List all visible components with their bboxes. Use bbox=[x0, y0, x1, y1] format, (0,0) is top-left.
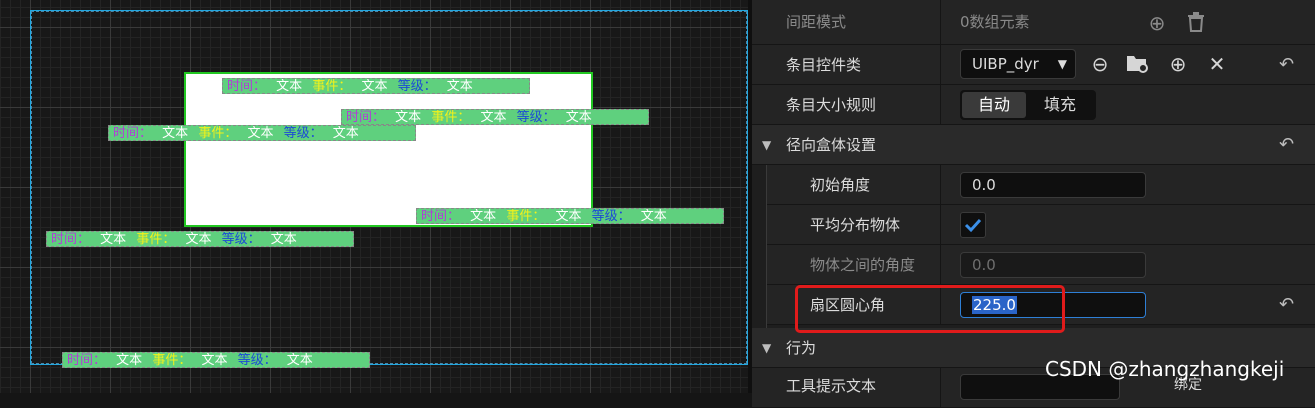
list-item[interactable]: 时间： 文本 事件： 文本 等级： 文本 bbox=[46, 231, 354, 247]
radial-box-settings-label: 径向盒体设置 bbox=[786, 136, 877, 154]
level-label: 等级： bbox=[516, 110, 556, 125]
list-item[interactable]: 时间： 文本 事件： 文本 等级： 文本 bbox=[62, 352, 370, 368]
event-value: 文本 bbox=[361, 79, 388, 94]
section-radial-box-settings[interactable]: ▼ 径向盒体设置 ↶ bbox=[752, 125, 1315, 165]
entry-size-rule-segmented: 自动 填充 bbox=[960, 90, 1096, 120]
row-entry-size-rule: 条目大小规则 自动 填充 bbox=[752, 85, 1315, 125]
collapse-arrow-icon[interactable]: ▼ bbox=[762, 328, 771, 368]
white-panel-widget[interactable] bbox=[184, 72, 593, 227]
time-label: 时间： bbox=[113, 126, 153, 141]
time-value: 文本 bbox=[162, 126, 189, 141]
time-label: 时间： bbox=[346, 110, 386, 125]
reset-to-default-icon[interactable]: ↶ bbox=[1279, 295, 1294, 315]
level-value: 文本 bbox=[640, 209, 667, 224]
browse-folder-icon[interactable] bbox=[1126, 53, 1150, 79]
option-auto[interactable]: 自动 bbox=[962, 92, 1026, 118]
row-spacing-mode: 间距模式 0数组元素 ⊕ bbox=[752, 0, 1315, 45]
event-label: 事件： bbox=[431, 110, 471, 125]
event-label: 事件： bbox=[312, 79, 352, 94]
column-separator bbox=[940, 205, 941, 245]
event-label: 事件： bbox=[506, 209, 546, 224]
event-label: 事件： bbox=[152, 353, 192, 368]
reset-to-default-icon[interactable]: ↶ bbox=[1279, 55, 1294, 75]
column-separator bbox=[940, 285, 941, 325]
row-angle-between: 物体之间的角度 0.0 bbox=[767, 245, 1315, 285]
time-value: 文本 bbox=[395, 110, 422, 125]
list-item[interactable]: 时间： 文本 事件： 文本 等级： 文本 bbox=[222, 78, 530, 94]
list-item[interactable]: 时间： 文本 事件： 文本 等级： 文本 bbox=[341, 109, 649, 125]
level-value: 文本 bbox=[286, 353, 313, 368]
column-separator bbox=[940, 85, 941, 125]
column-separator bbox=[940, 45, 941, 85]
tooltip-text-label: 工具提示文本 bbox=[786, 377, 877, 395]
reset-to-default-icon[interactable]: ↶ bbox=[1279, 135, 1294, 155]
entry-widget-class-value: UIBP_dyr bbox=[972, 55, 1039, 73]
clear-icon[interactable]: ✕ bbox=[1205, 53, 1229, 75]
level-label: 等级： bbox=[397, 79, 437, 94]
trash-icon[interactable] bbox=[1184, 12, 1208, 36]
distribute-evenly-checkbox[interactable] bbox=[960, 212, 986, 238]
entry-size-rule-label: 条目大小规则 bbox=[786, 96, 877, 114]
row-distribute-evenly: 平均分布物体 bbox=[767, 205, 1315, 245]
start-angle-input[interactable]: 0.0 bbox=[960, 172, 1146, 198]
level-value: 文本 bbox=[446, 79, 473, 94]
time-label: 时间： bbox=[227, 79, 267, 94]
event-value: 文本 bbox=[555, 209, 582, 224]
sector-angle-input[interactable]: 225.0 bbox=[960, 292, 1146, 318]
start-angle-label: 初始角度 bbox=[810, 176, 871, 194]
event-value: 文本 bbox=[201, 353, 228, 368]
option-fill[interactable]: 填充 bbox=[1028, 92, 1092, 118]
sector-angle-value: 225.0 bbox=[972, 296, 1017, 314]
time-value: 文本 bbox=[116, 353, 143, 368]
time-value: 文本 bbox=[470, 209, 497, 224]
start-angle-value: 0.0 bbox=[972, 176, 996, 194]
add-new-icon[interactable]: ⊕ bbox=[1166, 53, 1190, 75]
time-label: 时间： bbox=[421, 209, 461, 224]
event-value: 文本 bbox=[480, 110, 507, 125]
designer-canvas[interactable]: 时间： 文本 事件： 文本 等级： 文本 时间： 文本 事件： 文本 等级： 文… bbox=[0, 0, 748, 393]
collapse-arrow-icon[interactable]: ▼ bbox=[762, 125, 771, 165]
spacing-mode-label: 间距模式 bbox=[786, 13, 847, 31]
angle-between-value: 0.0 bbox=[972, 256, 996, 274]
entry-widget-class-label: 条目控件类 bbox=[786, 56, 862, 74]
level-label: 等级： bbox=[221, 232, 261, 247]
column-separator bbox=[940, 368, 941, 408]
row-sector-angle: 扇区圆心角 225.0 ↶ bbox=[767, 285, 1315, 325]
event-value: 文本 bbox=[247, 126, 274, 141]
level-label: 等级： bbox=[237, 353, 277, 368]
column-separator bbox=[940, 245, 941, 285]
distribute-evenly-label: 平均分布物体 bbox=[810, 216, 901, 234]
level-value: 文本 bbox=[565, 110, 592, 125]
watermark: CSDN @zhangzhangkeji bbox=[1045, 357, 1285, 381]
list-item[interactable]: 时间： 文本 事件： 文本 等级： 文本 bbox=[108, 125, 416, 141]
angle-between-input: 0.0 bbox=[960, 252, 1146, 278]
event-label: 事件： bbox=[136, 232, 176, 247]
check-icon bbox=[964, 218, 982, 233]
angle-between-label: 物体之间的角度 bbox=[810, 256, 916, 274]
behavior-label: 行为 bbox=[786, 339, 817, 357]
use-selected-icon[interactable]: ⊖ bbox=[1088, 53, 1112, 75]
chevron-down-icon: ▼ bbox=[1057, 57, 1067, 71]
column-separator bbox=[940, 165, 941, 205]
time-label: 时间： bbox=[51, 232, 91, 247]
time-label: 时间： bbox=[67, 353, 107, 368]
level-label: 等级： bbox=[283, 126, 323, 141]
event-label: 事件： bbox=[198, 126, 238, 141]
event-value: 文本 bbox=[185, 232, 212, 247]
list-item[interactable]: 时间： 文本 事件： 文本 等级： 文本 bbox=[416, 208, 724, 224]
time-value: 文本 bbox=[276, 79, 303, 94]
spacing-mode-value: 0数组元素 bbox=[960, 13, 1030, 31]
entry-widget-class-combo[interactable]: UIBP_dyr ▼ bbox=[960, 49, 1076, 79]
row-entry-widget-class: 条目控件类 UIBP_dyr ▼ ⊖ ⊕ ✕ ↶ bbox=[752, 45, 1315, 85]
level-value: 文本 bbox=[270, 232, 297, 247]
level-value: 文本 bbox=[332, 126, 359, 141]
sector-angle-label: 扇区圆心角 bbox=[810, 296, 886, 314]
details-panel: 间距模式 0数组元素 ⊕ 条目控件类 UIBP_dyr ▼ ⊖ ⊕ ✕ ↶ 条目… bbox=[752, 0, 1315, 408]
row-start-angle: 初始角度 0.0 bbox=[767, 165, 1315, 205]
level-label: 等级： bbox=[591, 209, 631, 224]
add-element-icon[interactable]: ⊕ bbox=[1145, 12, 1169, 34]
column-separator bbox=[940, 0, 941, 45]
time-value: 文本 bbox=[100, 232, 127, 247]
